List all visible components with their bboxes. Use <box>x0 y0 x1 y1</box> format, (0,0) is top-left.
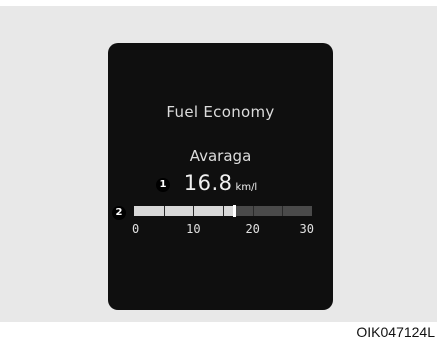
average-mode-label: Avaraga <box>189 147 252 165</box>
figure-code-caption: OIK047124L <box>356 324 435 340</box>
gauge-segment-divider <box>282 206 283 216</box>
gauge-cursor <box>233 205 236 217</box>
callout-marker-2: 2 <box>112 206 126 220</box>
gauge-scale-label: 0 <box>132 222 140 236</box>
callout-marker-1: 1 <box>156 178 170 192</box>
gauge-scale-label: 10 <box>186 222 201 236</box>
fuel-economy-reading: 16.8 km/l <box>108 171 333 195</box>
fuel-economy-title: Fuel Economy <box>166 103 275 121</box>
fuel-economy-unit: km/l <box>235 182 258 193</box>
gauge-segment-divider <box>164 206 165 216</box>
gauge-segment-divider <box>193 206 194 216</box>
gauge-scale-label: 30 <box>299 222 314 236</box>
gauge-scale-label: 20 <box>245 222 260 236</box>
gauge-segment-divider <box>253 206 254 216</box>
gauge-segment-divider <box>223 206 224 216</box>
fuel-economy-value: 16.8 <box>183 171 233 195</box>
gauge-fill <box>134 206 234 216</box>
fuel-economy-gauge <box>134 205 312 217</box>
instrument-cluster-display: Fuel Economy Avaraga 16.8 km/l <box>108 43 333 310</box>
